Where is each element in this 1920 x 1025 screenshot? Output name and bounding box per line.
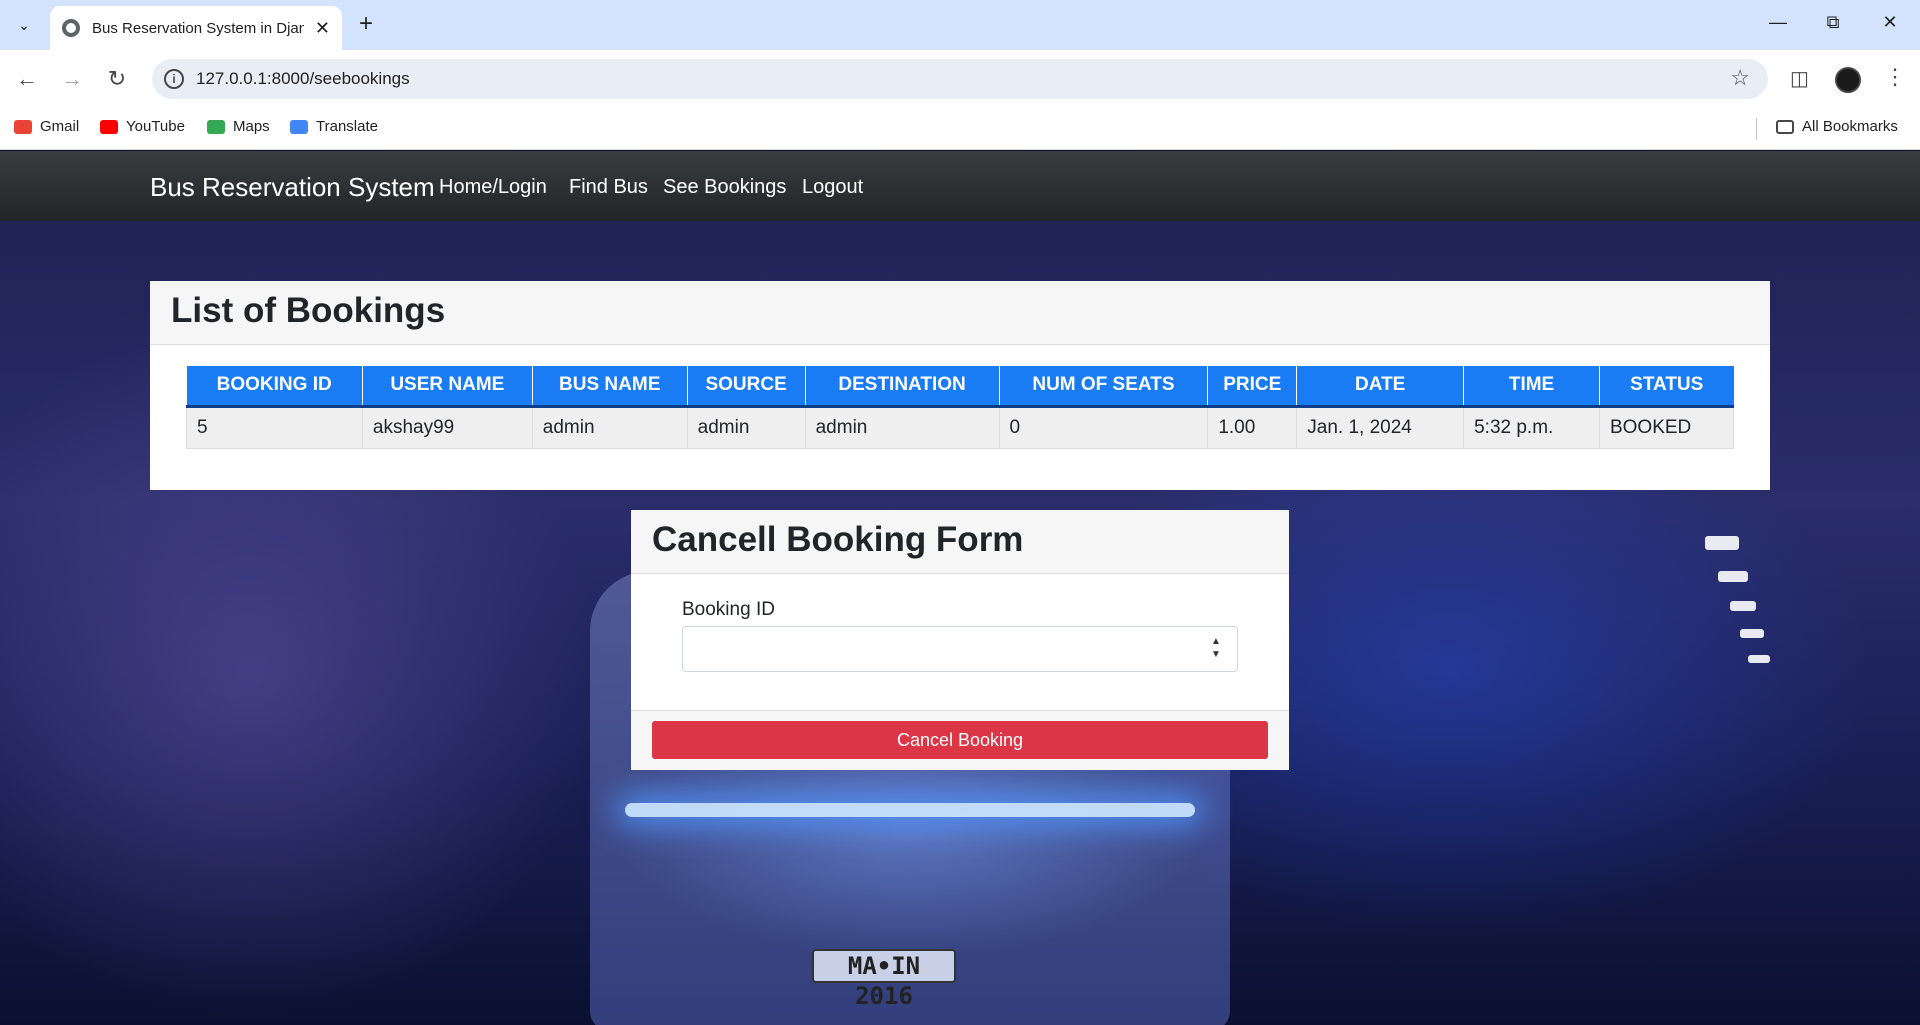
license-plate: MA•IN 2016 (812, 949, 956, 1010)
url-text[interactable]: 127.0.0.1:8000/seebookings (196, 69, 410, 89)
bookmark-gmail[interactable]: Gmail (14, 118, 79, 135)
bookings-table: BOOKING ID USER NAME BUS NAME SOURCE DES… (186, 366, 1735, 449)
side-panel-icon[interactable]: ◫ (1790, 66, 1809, 91)
booking-id-label: Booking ID (682, 599, 775, 620)
forward-icon[interactable]: → (57, 64, 87, 94)
gmail-icon (14, 119, 32, 134)
column-header: TIME (1463, 366, 1600, 408)
column-header: DATE (1296, 366, 1465, 408)
column-header: NUM OF SEATS (999, 366, 1209, 408)
bookings-card: List of Bookings BOOKING ID USER NAME BU… (150, 281, 1770, 490)
bookmark-label: Gmail (40, 118, 80, 135)
bookmark-label: YouTube (126, 118, 185, 135)
cancel-booking-button[interactable]: Cancel Booking (652, 721, 1268, 759)
cell-user-name: akshay99 (361, 405, 533, 449)
column-header: SOURCE (687, 366, 806, 408)
site-info-icon[interactable]: i (164, 69, 184, 89)
tunnel-light (1740, 629, 1764, 638)
cell-price: 1.00 (1207, 405, 1298, 449)
cell-time: 5:32 p.m. (1463, 405, 1600, 449)
tab-search-chevron-icon[interactable]: ⌄ (9, 10, 39, 40)
browser-toolbar: ← → ↻ i 127.0.0.1:8000/seebookings ☆ ◫ ⋮ (0, 50, 1920, 108)
cell-date: Jan. 1, 2024 (1296, 405, 1465, 449)
cancel-booking-card: Cancell Booking Form Booking ID ▲ ▼ Cance… (631, 510, 1289, 770)
maps-icon (207, 119, 225, 134)
profile-avatar[interactable] (1835, 67, 1861, 93)
nav-link-home-login[interactable]: Home/Login (439, 176, 547, 199)
table-row: 5 akshay99 admin admin admin 0 1.00 Jan.… (186, 405, 1735, 449)
bookmark-label: Maps (233, 118, 270, 135)
back-icon[interactable]: ← (12, 64, 42, 94)
column-header: USER NAME (362, 366, 533, 408)
cell-bus-name: admin (531, 405, 688, 449)
column-header: DESTINATION (805, 366, 1000, 408)
minimize-icon[interactable]: — (1763, 12, 1793, 33)
cancel-card-footer: Cancel Booking (631, 710, 1289, 770)
bookmarks-bar: Gmail YouTube Maps Translate All Bookmar… (0, 108, 1920, 150)
bookmark-youtube[interactable]: YouTube (100, 118, 185, 135)
bus-headlight-strip (625, 803, 1195, 817)
new-tab-icon[interactable]: + (352, 11, 380, 39)
tunnel-light (1748, 655, 1770, 663)
menu-kebab-icon[interactable]: ⋮ (1884, 64, 1906, 90)
cell-source: admin (686, 405, 806, 449)
bookmark-label: Translate (316, 118, 378, 135)
youtube-icon (100, 119, 118, 134)
cancel-form-title: Cancell Booking Form (652, 520, 1024, 559)
bookmark-star-icon[interactable]: ☆ (1730, 65, 1750, 91)
close-tab-icon[interactable]: ✕ (315, 18, 330, 38)
tab-title: Bus Reservation System in Djan (92, 19, 304, 37)
browser-tab-strip: ⌄ Bus Reservation System in Djan ✕ + — ⧉… (0, 0, 1920, 50)
nav-link-find-bus[interactable]: Find Bus (569, 176, 648, 199)
address-bar[interactable]: i 127.0.0.1:8000/seebookings ☆ (152, 59, 1768, 99)
bookings-card-header: List of Bookings (150, 281, 1770, 345)
cancel-card-header: Cancell Booking Form (631, 510, 1289, 574)
cell-status: BOOKED (1598, 405, 1735, 449)
cell-num-seats: 0 (998, 405, 1209, 449)
number-spinner-icon[interactable]: ▲ ▼ (1209, 635, 1223, 663)
column-header: BUS NAME (532, 366, 688, 408)
bookmark-maps[interactable]: Maps (207, 118, 270, 135)
site-navbar: Bus Reservation System Home/Login Find B… (0, 151, 1920, 221)
booking-id-input[interactable]: ▲ ▼ (682, 626, 1238, 672)
tunnel-light (1705, 536, 1739, 550)
cell-booking-id: 5 (186, 405, 363, 449)
folder-icon (1776, 119, 1794, 134)
cell-destination: admin (804, 405, 1000, 449)
tunnel-light (1718, 571, 1748, 582)
page-viewport: MA•IN 2016 Bus Reservation System Home/L… (0, 151, 1920, 1025)
column-header: BOOKING ID (186, 366, 363, 408)
restore-icon[interactable]: ⧉ (1818, 12, 1848, 33)
table-header-row: BOOKING ID USER NAME BUS NAME SOURCE DES… (186, 366, 1734, 408)
browser-tab[interactable]: Bus Reservation System in Djan ✕ (50, 6, 342, 50)
all-bookmarks-label: All Bookmarks (1802, 118, 1898, 135)
reload-icon[interactable]: ↻ (102, 64, 132, 94)
all-bookmarks[interactable]: All Bookmarks (1776, 118, 1898, 135)
bookmarks-divider (1756, 118, 1757, 140)
bookings-title: List of Bookings (171, 291, 446, 330)
nav-link-logout[interactable]: Logout (802, 176, 863, 199)
site-brand[interactable]: Bus Reservation System (150, 172, 435, 203)
globe-icon (62, 19, 80, 37)
column-header: STATUS (1599, 366, 1734, 408)
bookmark-translate[interactable]: Translate (290, 118, 378, 135)
nav-link-see-bookings[interactable]: See Bookings (663, 176, 786, 199)
close-window-icon[interactable]: ✕ (1875, 12, 1905, 33)
tunnel-light (1730, 601, 1756, 611)
column-header: PRICE (1207, 366, 1298, 408)
translate-icon (290, 119, 308, 134)
